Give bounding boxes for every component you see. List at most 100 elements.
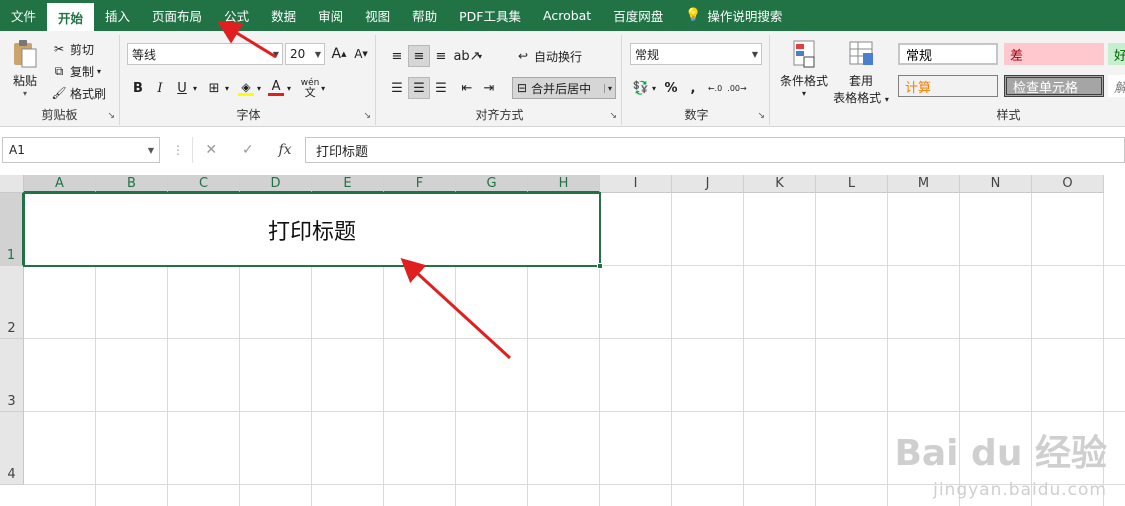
merge-center-button[interactable]: ⊟ 合并后居中 ▾ [512, 77, 616, 99]
row-header-3[interactable]: 3 [0, 339, 24, 412]
table-format-label-2-text: 表格格式 [833, 91, 882, 105]
enter-icon[interactable]: ✓ [242, 142, 254, 158]
column-header-b[interactable]: B [96, 175, 168, 193]
align-right-icon: ☰ [435, 80, 447, 96]
grid-row-line [24, 411, 1125, 412]
underline-button[interactable]: U [171, 77, 193, 99]
column-header-f[interactable]: F [384, 175, 456, 193]
row-header-1[interactable]: 1 [0, 193, 24, 266]
grid-column-line [671, 193, 672, 506]
italic-button[interactable]: I [149, 77, 171, 99]
column-header-j[interactable]: J [672, 175, 744, 193]
column-header-g[interactable]: G [456, 175, 528, 193]
border-button[interactable]: ⊞ [203, 77, 225, 99]
currency-icon: 💱 [632, 80, 650, 96]
chevron-down-icon: ▼ [147, 145, 154, 155]
border-icon: ⊞ [208, 80, 220, 96]
chevron-down-icon[interactable]: ▾ [225, 84, 229, 93]
align-left-icon: ☰ [391, 80, 403, 96]
column-header-c[interactable]: C [168, 175, 240, 193]
align-right-button[interactable]: ☰ [430, 77, 452, 99]
decrease-indent-button[interactable]: ⇤ [456, 77, 478, 99]
column-header-m[interactable]: M [888, 175, 960, 193]
baidu-watermark: Bai du 经验 [894, 433, 1107, 474]
accounting-format-button[interactable]: 💱 [630, 77, 652, 99]
increase-decimal-button[interactable]: ←.0 [704, 77, 726, 99]
underline-icon: U [177, 80, 187, 96]
annotation-arrow-cell [400, 257, 512, 360]
grid-row-line [24, 338, 1125, 339]
merged-cell-a1-h1[interactable]: 打印标题 [23, 192, 601, 267]
chevron-down-icon[interactable]: ▾ [321, 84, 325, 93]
alignment-group-label: 对齐方式 [475, 108, 524, 122]
formula-bar-buttons: ✕ ✓ fx [192, 137, 304, 163]
bold-icon: B [133, 80, 143, 96]
dialog-launcher-icon[interactable]: ↘ [363, 111, 371, 121]
merge-center-icon: ⊟ [517, 81, 528, 95]
increase-indent-button[interactable]: ⇥ [478, 77, 500, 99]
baidu-watermark-url: jingyan.baidu.com [933, 480, 1107, 500]
column-header-h[interactable]: H [528, 175, 600, 193]
chevron-down-icon: ▾ [22, 89, 27, 98]
phonetic-glyph-icon: 文 [304, 86, 316, 99]
grid-column-line [815, 193, 816, 506]
cancel-icon[interactable]: ✕ [205, 142, 217, 158]
dialog-launcher-icon[interactable]: ↘ [609, 111, 617, 121]
insert-function-icon[interactable]: fx [279, 142, 292, 158]
percent-button[interactable]: % [660, 77, 682, 99]
row-header-4[interactable]: 4 [0, 412, 24, 485]
table-format-label-2: 表格格式 ▾ [832, 89, 890, 106]
annotation-overlay-top [216, 20, 277, 59]
chevron-down-icon[interactable]: ▾ [652, 84, 656, 93]
italic-icon: I [157, 80, 163, 96]
font-color-swatch [268, 93, 285, 96]
align-left-button[interactable]: ☰ [386, 77, 408, 99]
more-options-icon[interactable]: ⋮ [172, 143, 184, 157]
number-group-label: 数字 [684, 108, 709, 122]
column-header-n[interactable]: N [960, 175, 1032, 193]
dialog-launcher-icon[interactable]: ↘ [757, 111, 765, 121]
format-painter-button[interactable]: 🖌 格式刷 [48, 82, 109, 104]
format-painter-label: 格式刷 [70, 86, 107, 101]
column-header-o[interactable]: O [1032, 175, 1104, 193]
paint-bucket-icon: ◈ [241, 79, 251, 94]
column-header-e[interactable]: E [312, 175, 384, 193]
fill-color-button[interactable]: ◈ [235, 77, 257, 99]
horizontal-align-row: ☰ ☰ ☰ ⇤ ⇥ [386, 77, 500, 99]
fill-handle[interactable] [597, 263, 603, 269]
clipboard-group-label: 剪贴板 [41, 108, 78, 122]
dialog-launcher-icon[interactable]: ↘ [107, 111, 115, 121]
row-header-2[interactable]: 2 [0, 266, 24, 339]
chevron-down-icon: ▾ [884, 95, 889, 104]
chevron-down-icon[interactable]: ▾ [257, 84, 261, 93]
fill-color-swatch [238, 92, 255, 96]
name-box-value: A1 [9, 143, 25, 157]
chevron-down-icon[interactable]: ▾ [603, 83, 612, 93]
font-group-label: 字体 [236, 108, 261, 122]
formula-bar: A1 ▼ ⋮ ✕ ✓ fx 打印标题 [0, 135, 1125, 165]
select-all-corner[interactable] [0, 175, 24, 193]
chevron-down-icon[interactable]: ▾ [193, 84, 197, 93]
comma-button[interactable]: , [682, 77, 704, 99]
column-header-l[interactable]: L [816, 175, 888, 193]
font-color-button[interactable]: A [265, 77, 287, 99]
annotation-arrow-tab [216, 20, 277, 59]
align-center-button[interactable]: ☰ [408, 77, 430, 99]
column-header-k[interactable]: K [744, 175, 816, 193]
formula-input[interactable]: 打印标题 [305, 137, 1125, 163]
column-header-i[interactable]: I [600, 175, 672, 193]
grid-column-line [743, 193, 744, 506]
column-header-a[interactable]: A [24, 175, 96, 193]
column-header-d[interactable]: D [240, 175, 312, 193]
chevron-down-icon[interactable]: ▾ [287, 84, 291, 93]
decrease-decimal-button[interactable]: .00→ [726, 77, 748, 99]
name-box[interactable]: A1 ▼ [2, 137, 160, 163]
bold-button[interactable]: B [127, 77, 149, 99]
percent-icon: % [664, 80, 678, 96]
increase-decimal-icon: ←.0 [707, 83, 723, 93]
align-center-icon: ☰ [413, 80, 425, 96]
font-format-row: B I U ▾ ⊞ ▾ ◈ ▾ A ▾ wén 文 ▾ [127, 77, 325, 99]
phonetic-button[interactable]: wén 文 [299, 77, 321, 99]
spreadsheet-grid[interactable]: 打印标题 ABCDEFGHIJKLMNO 1234 Bai du 经验 jingya… [0, 175, 1125, 506]
number-format-row: 💱 ▾ % , ←.0 .00→ [630, 77, 748, 99]
